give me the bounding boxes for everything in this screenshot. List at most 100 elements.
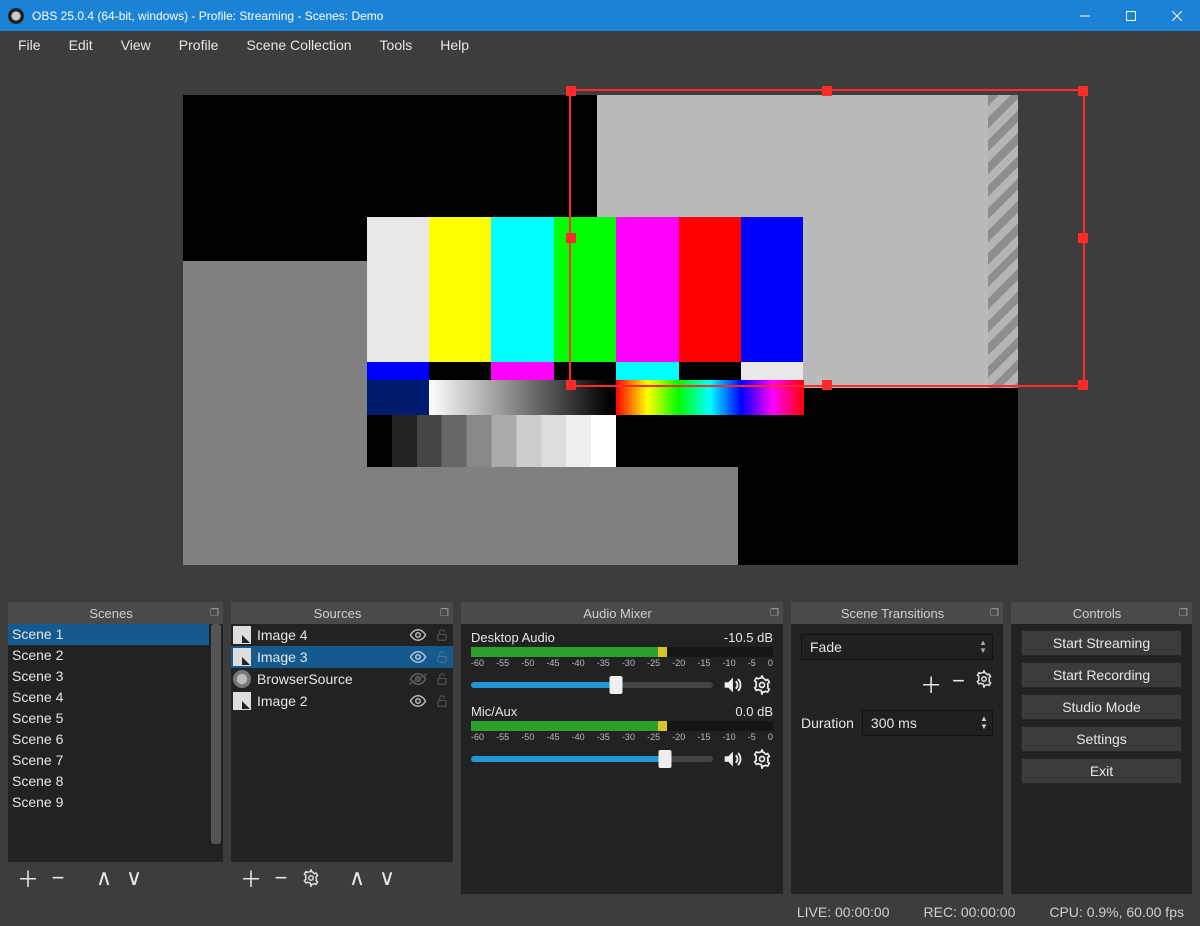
menu-file[interactable]: File: [4, 33, 55, 57]
source-item[interactable]: Image 3: [231, 646, 453, 668]
speaker-icon[interactable]: [721, 748, 743, 770]
channel-db: 0.0 dB: [735, 704, 773, 719]
exit-button[interactable]: Exit: [1021, 758, 1182, 784]
volume-slider[interactable]: [471, 756, 713, 762]
menubar: FileEditViewProfileScene CollectionTools…: [0, 31, 1200, 59]
remove-source-button[interactable]: −: [269, 866, 293, 890]
add-source-button[interactable]: ＋: [239, 866, 263, 890]
remove-transition-button[interactable]: −: [952, 668, 965, 700]
transition-select[interactable]: Fade ▲▼: [801, 634, 993, 660]
source-item[interactable]: BrowserSource: [231, 668, 453, 690]
dock-scenes: Scenes ❐ Scene 1Scene 2Scene 3Scene 4Sce…: [8, 602, 223, 894]
scenes-list[interactable]: Scene 1Scene 2Scene 3Scene 4Scene 5Scene…: [8, 624, 223, 862]
channel-name: Mic/Aux: [471, 704, 517, 719]
gear-icon[interactable]: [751, 674, 773, 696]
scene-item[interactable]: Scene 2: [8, 645, 223, 666]
window-close-button[interactable]: [1154, 0, 1200, 31]
lock-toggle-icon[interactable]: [433, 626, 451, 644]
scene-item[interactable]: Scene 4: [8, 687, 223, 708]
scroll-thumb[interactable]: [211, 624, 221, 844]
remove-scene-button[interactable]: −: [46, 866, 70, 890]
source-name: Image 2: [257, 693, 403, 709]
source-item[interactable]: Image 4: [231, 624, 453, 646]
image-icon: [233, 648, 251, 666]
status-rec: REC: 00:00:00: [924, 904, 1016, 920]
lock-toggle-icon[interactable]: [433, 670, 451, 688]
move-scene-down-button[interactable]: ∨: [122, 866, 146, 890]
visibility-toggle-icon[interactable]: [409, 670, 427, 688]
status-cpu: CPU: 0.9%, 60.00 fps: [1049, 904, 1184, 920]
scene-item[interactable]: Scene 8: [8, 771, 223, 792]
scenes-scrollbar[interactable]: [209, 624, 223, 860]
spinbox-arrows-icon[interactable]: ▲▼: [976, 715, 992, 731]
window-minimize-button[interactable]: [1062, 0, 1108, 31]
selection-rect[interactable]: [569, 89, 1085, 387]
menu-view[interactable]: View: [107, 33, 165, 57]
scene-item[interactable]: Scene 3: [8, 666, 223, 687]
visibility-toggle-icon[interactable]: [409, 626, 427, 644]
updown-icon: ▲▼: [974, 639, 992, 655]
start-recording-button[interactable]: Start Recording: [1021, 662, 1182, 688]
speaker-icon[interactable]: [721, 674, 743, 696]
dock-float-icon[interactable]: ❐: [210, 608, 219, 619]
resize-handle-bot-left[interactable]: [566, 380, 576, 390]
menu-edit[interactable]: Edit: [55, 33, 107, 57]
lock-toggle-icon[interactable]: [433, 692, 451, 710]
duration-value: 300 ms: [863, 715, 976, 731]
gear-icon[interactable]: [751, 748, 773, 770]
preview-canvas[interactable]: [183, 95, 1018, 565]
scene-item[interactable]: Scene 6: [8, 729, 223, 750]
sources-list[interactable]: Image 4 Image 3 BrowserSource Image 2: [231, 624, 453, 862]
visibility-toggle-icon[interactable]: [409, 692, 427, 710]
source-item[interactable]: Image 2: [231, 690, 453, 712]
source-properties-button[interactable]: [299, 866, 323, 890]
resize-handle-bot-right[interactable]: [1078, 380, 1088, 390]
dock-float-icon[interactable]: ❐: [1179, 608, 1188, 619]
settings-button[interactable]: Settings: [1021, 726, 1182, 752]
menu-profile[interactable]: Profile: [165, 33, 233, 57]
visibility-toggle-icon[interactable]: [409, 648, 427, 666]
dock-audio-mixer: Audio Mixer ❐ Desktop Audio-10.5 dB-60-5…: [461, 602, 783, 894]
resize-handle-top-mid[interactable]: [822, 86, 832, 96]
add-scene-button[interactable]: ＋: [16, 866, 40, 890]
level-meter: [471, 647, 773, 657]
dock-float-icon[interactable]: ❐: [990, 608, 999, 619]
move-scene-up-button[interactable]: ∧: [92, 866, 116, 890]
studio-mode-button[interactable]: Studio Mode: [1021, 694, 1182, 720]
statusbar: LIVE: 00:00:00 REC: 00:00:00 CPU: 0.9%, …: [0, 898, 1200, 926]
dock-float-icon[interactable]: ❐: [440, 608, 449, 619]
move-source-up-button[interactable]: ∧: [345, 866, 369, 890]
menu-scene-collection[interactable]: Scene Collection: [232, 33, 365, 57]
dock-float-icon[interactable]: ❐: [770, 608, 779, 619]
mixer-channel: Mic/Aux0.0 dB-60-55-50-45-40-35-30-25-20…: [471, 704, 773, 770]
start-streaming-button[interactable]: Start Streaming: [1021, 630, 1182, 656]
volume-slider[interactable]: [471, 682, 713, 688]
resize-handle-mid-left[interactable]: [566, 233, 576, 243]
dock-title: Sources: [235, 606, 440, 621]
duration-spinbox[interactable]: 300 ms ▲▼: [862, 710, 993, 736]
scene-item[interactable]: Scene 9: [8, 792, 223, 813]
move-source-down-button[interactable]: ∨: [375, 866, 399, 890]
resize-handle-top-right[interactable]: [1078, 86, 1088, 96]
transition-name: Fade: [802, 639, 974, 655]
scene-item[interactable]: Scene 7: [8, 750, 223, 771]
image-icon: [233, 626, 251, 644]
resize-handle-bot-mid[interactable]: [822, 380, 832, 390]
dock-title: Scenes: [12, 606, 210, 621]
resize-handle-mid-right[interactable]: [1078, 233, 1088, 243]
window-maximize-button[interactable]: [1108, 0, 1154, 31]
mixer-channel: Desktop Audio-10.5 dB-60-55-50-45-40-35-…: [471, 630, 773, 696]
lock-toggle-icon[interactable]: [433, 648, 451, 666]
menu-help[interactable]: Help: [426, 33, 483, 57]
channel-db: -10.5 dB: [724, 630, 773, 645]
scene-item[interactable]: Scene 5: [8, 708, 223, 729]
dock-title: Scene Transitions: [795, 606, 990, 621]
menu-tools[interactable]: Tools: [366, 33, 427, 57]
scene-item[interactable]: Scene 1: [8, 624, 223, 645]
source-name: Image 3: [257, 649, 403, 665]
resize-handle-top-left[interactable]: [566, 86, 576, 96]
status-live: LIVE: 00:00:00: [797, 904, 890, 920]
add-transition-button[interactable]: ＋: [920, 668, 942, 700]
transition-properties-button[interactable]: [975, 668, 993, 700]
image-icon: [233, 692, 251, 710]
